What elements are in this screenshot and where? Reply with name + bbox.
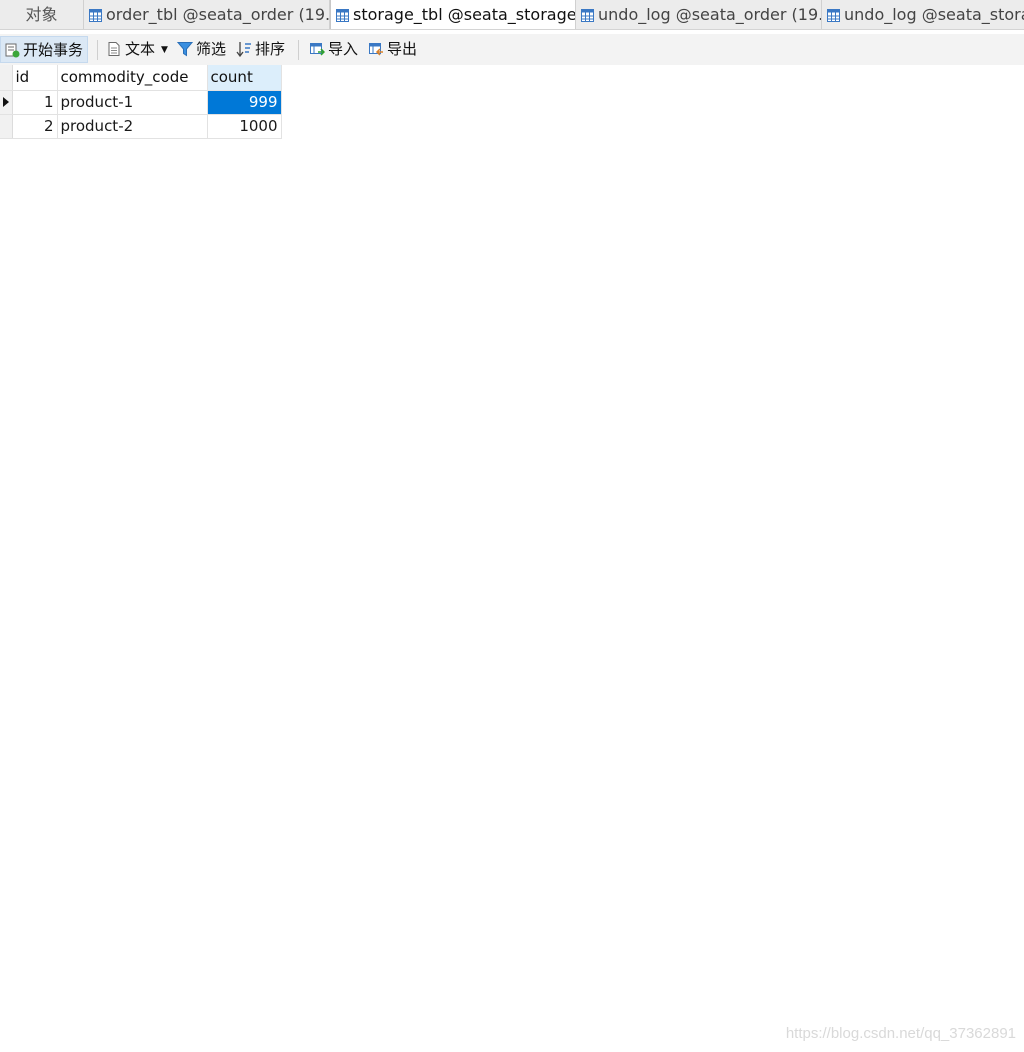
tab-label: storage_tbl @seata_storage...: [353, 5, 576, 24]
sort-icon: [236, 42, 251, 57]
toolbar-divider: [298, 40, 299, 60]
watermark-text: https://blog.csdn.net/qq_37362891: [785, 1025, 1016, 1042]
export-label: 导出: [387, 40, 418, 58]
begin-transaction-label: 开始事务: [23, 41, 84, 59]
corner-cell[interactable]: [0, 65, 13, 91]
table-icon: [581, 9, 594, 22]
cell-count-selected[interactable]: 999: [207, 90, 282, 115]
filter-label: 筛选: [196, 40, 227, 58]
table-icon: [89, 9, 102, 22]
import-label: 导入: [328, 40, 359, 58]
chevron-down-icon[interactable]: ▼: [161, 45, 168, 55]
toolbar-divider: [97, 40, 98, 60]
tab-objects[interactable]: 对象: [0, 0, 84, 29]
cell-count[interactable]: 1000: [207, 114, 282, 139]
data-grid: id commodity_code count 1 product-1 999 …: [0, 65, 282, 139]
begin-transaction-button[interactable]: 开始事务: [0, 36, 88, 63]
cell-id[interactable]: 2: [12, 114, 58, 139]
export-icon: [369, 43, 383, 56]
toolbar: 开始事务 文本 ▼ 筛选 排序 导入 导出: [0, 34, 1024, 65]
transaction-icon: [5, 43, 20, 58]
filter-button[interactable]: 筛选: [177, 36, 226, 63]
current-row-arrow-icon: [3, 97, 9, 107]
grid-header-row: id commodity_code count: [0, 65, 282, 91]
tab-bar: 对象 order_tbl @seata_order (19... storage…: [0, 0, 1024, 30]
column-header-count[interactable]: count: [207, 65, 282, 91]
tab-undo-log-storage[interactable]: undo_log @seata_storag: [822, 0, 1024, 29]
tab-storage-tbl[interactable]: storage_tbl @seata_storage...: [330, 0, 576, 29]
cell-id[interactable]: 1: [12, 90, 58, 115]
tab-order-tbl[interactable]: order_tbl @seata_order (19...: [84, 0, 330, 29]
text-view-button[interactable]: 文本 ▼: [106, 36, 168, 63]
document-icon: [108, 42, 120, 56]
row-indicator[interactable]: [0, 114, 13, 139]
column-header-id[interactable]: id: [12, 65, 58, 91]
table-row[interactable]: 2 product-2 1000: [0, 114, 282, 139]
row-indicator[interactable]: [0, 90, 13, 115]
import-button[interactable]: 导入: [309, 36, 358, 63]
sort-button[interactable]: 排序: [236, 36, 285, 63]
tab-label: order_tbl @seata_order (19...: [106, 5, 330, 24]
table-icon: [827, 9, 840, 22]
text-view-label: 文本: [125, 40, 156, 58]
cell-commodity-code[interactable]: product-1: [57, 90, 208, 115]
column-header-commodity-code[interactable]: commodity_code: [57, 65, 208, 91]
filter-icon: [177, 42, 193, 57]
import-icon: [310, 43, 325, 56]
sort-label: 排序: [255, 40, 286, 58]
table-row[interactable]: 1 product-1 999: [0, 90, 282, 115]
tab-label: undo_log @seata_storag: [844, 5, 1024, 24]
tab-label: undo_log @seata_order (19...: [598, 5, 822, 24]
table-icon: [336, 9, 349, 22]
cell-commodity-code[interactable]: product-2: [57, 114, 208, 139]
export-button[interactable]: 导出: [368, 36, 417, 63]
tab-undo-log-order[interactable]: undo_log @seata_order (19...: [576, 0, 822, 29]
